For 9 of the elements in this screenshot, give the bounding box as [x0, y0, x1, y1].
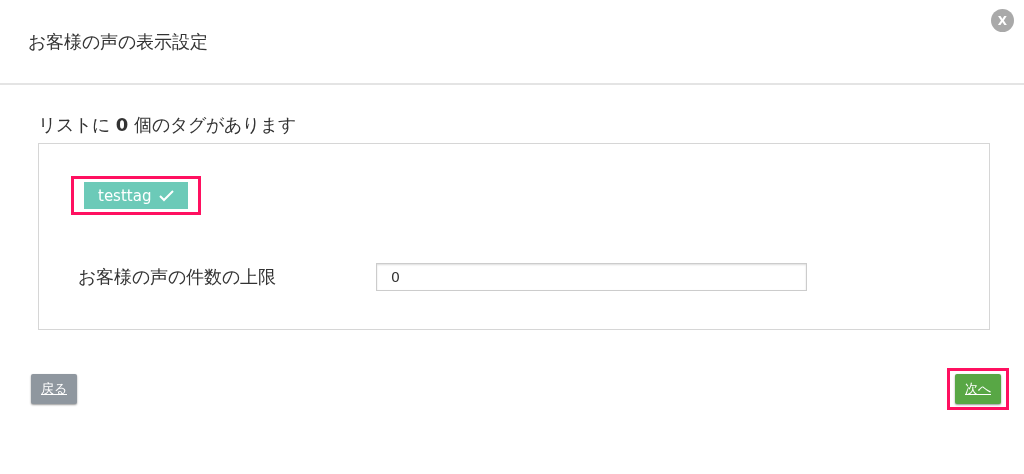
next-button[interactable]: 次へ [955, 374, 1001, 404]
tag-chip[interactable]: testtag [84, 182, 189, 209]
field-label: お客様の声の件数の上限 [78, 265, 277, 289]
back-button[interactable]: 戻る [31, 374, 77, 404]
dialog-title: お客様の声の表示設定 [28, 29, 208, 54]
close-button[interactable]: X [991, 9, 1014, 32]
limit-input-field[interactable]: 0 [376, 263, 807, 291]
tag-count-heading: リストに 0 個のタグがあります [38, 113, 297, 137]
check-icon [159, 189, 175, 202]
